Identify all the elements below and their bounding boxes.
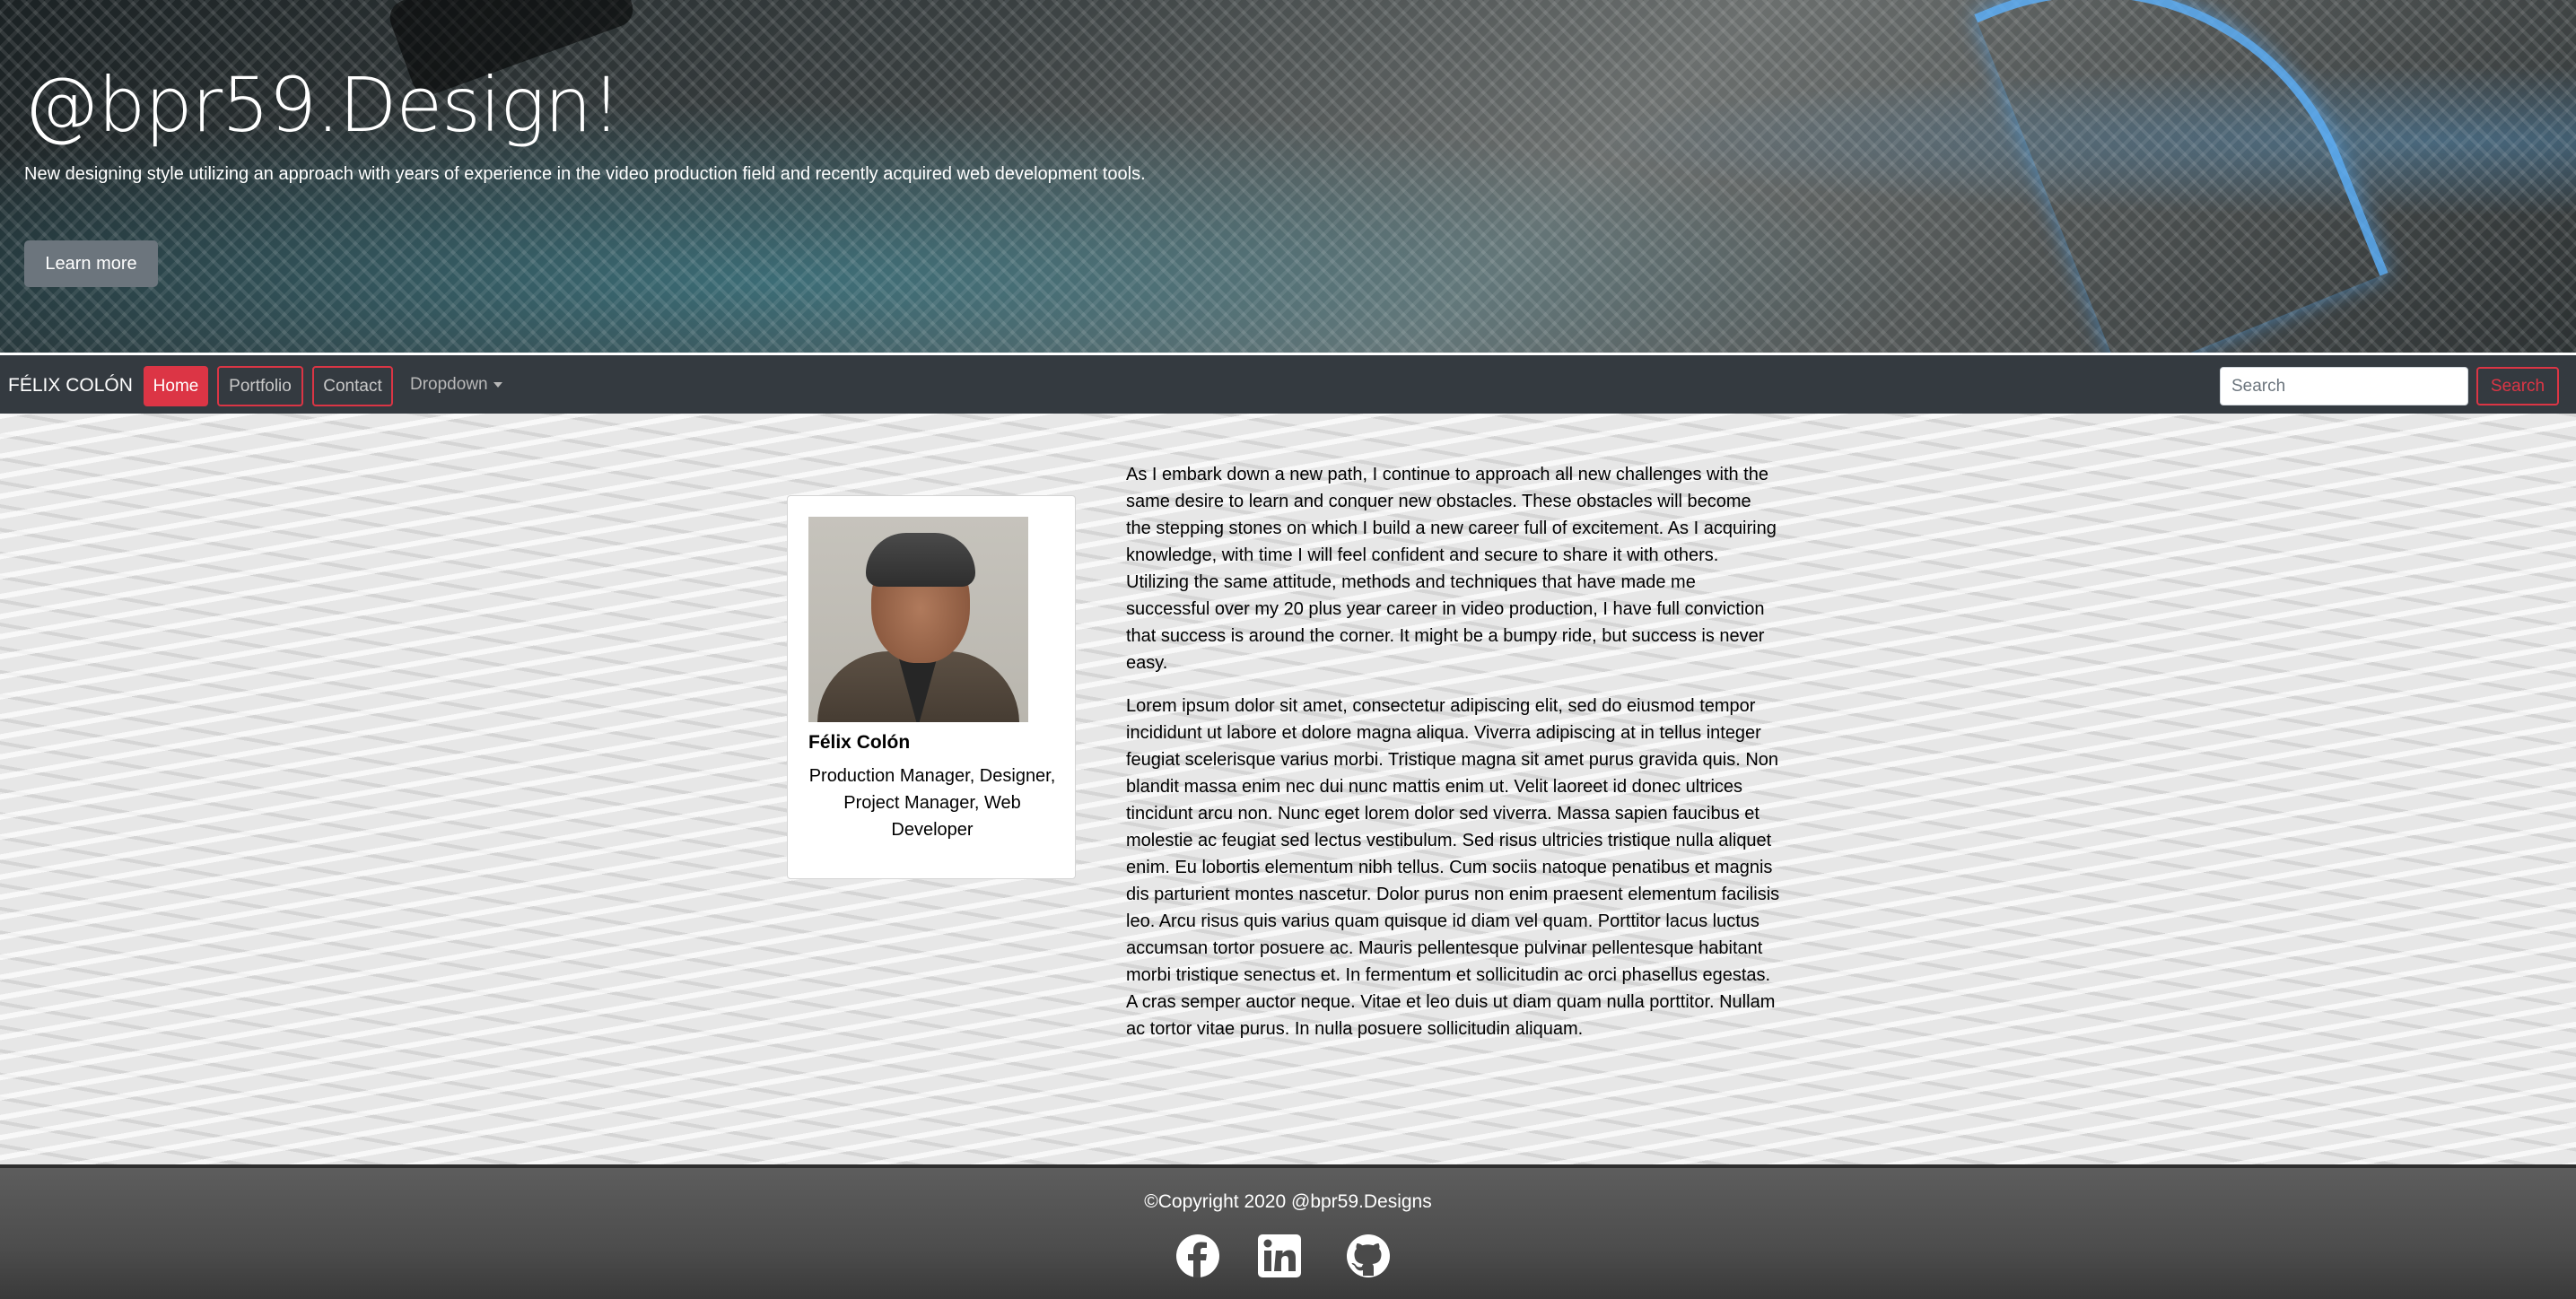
nav-portfolio-button[interactable]: Portfolio [217, 366, 303, 406]
photo-hair [866, 533, 975, 587]
profile-photo [808, 517, 1028, 722]
nav-dropdown[interactable]: Dropdown [410, 375, 502, 395]
learn-more-button[interactable]: Learn more [24, 240, 158, 287]
search-input[interactable] [2220, 367, 2468, 405]
linkedin-icon[interactable] [1256, 1233, 1303, 1279]
hero-banner: @bpr59.Design! New designing style utili… [0, 0, 2576, 353]
bio-paragraph: As I embark down a new path, I continue … [1126, 465, 1777, 673]
navbar-brand[interactable]: FÉLIX COLÓN [8, 375, 133, 397]
profile-card: Félix Colón Production Manager, Designer… [787, 495, 1076, 879]
nav-contact-button[interactable]: Contact [312, 366, 393, 406]
nav-home-button[interactable]: Home [144, 366, 208, 406]
bio-paragraph: Lorem ipsum dolor sit amet, consectetur … [1126, 696, 1780, 1039]
copyright-text: ©Copyright 2020 @bpr59.Designs [1144, 1191, 1432, 1212]
hero-title: @bpr59.Design! [23, 61, 622, 149]
footer: ©Copyright 2020 @bpr59.Designs [0, 1164, 2576, 1299]
profile-roles: Production Manager, Designer, Project Ma… [808, 766, 1056, 840]
caret-down-icon [493, 381, 502, 388]
main-content: Félix Colón Production Manager, Designer… [0, 414, 2576, 1164]
dropdown-label: Dropdown [410, 375, 488, 394]
github-icon[interactable] [1345, 1233, 1392, 1279]
bio-text: As I embark down a new path, I continue … [1126, 461, 1781, 1059]
search-button[interactable]: Search [2476, 367, 2559, 405]
hero-neon-light [1974, 0, 2388, 353]
hero-subtitle: New designing style utilizing an approac… [24, 164, 1146, 184]
facebook-icon[interactable] [1174, 1233, 1221, 1279]
navbar: FÉLIX COLÓN Home Portfolio Contact Dropd… [0, 353, 2576, 414]
profile-name: Félix Colón [808, 732, 911, 753]
